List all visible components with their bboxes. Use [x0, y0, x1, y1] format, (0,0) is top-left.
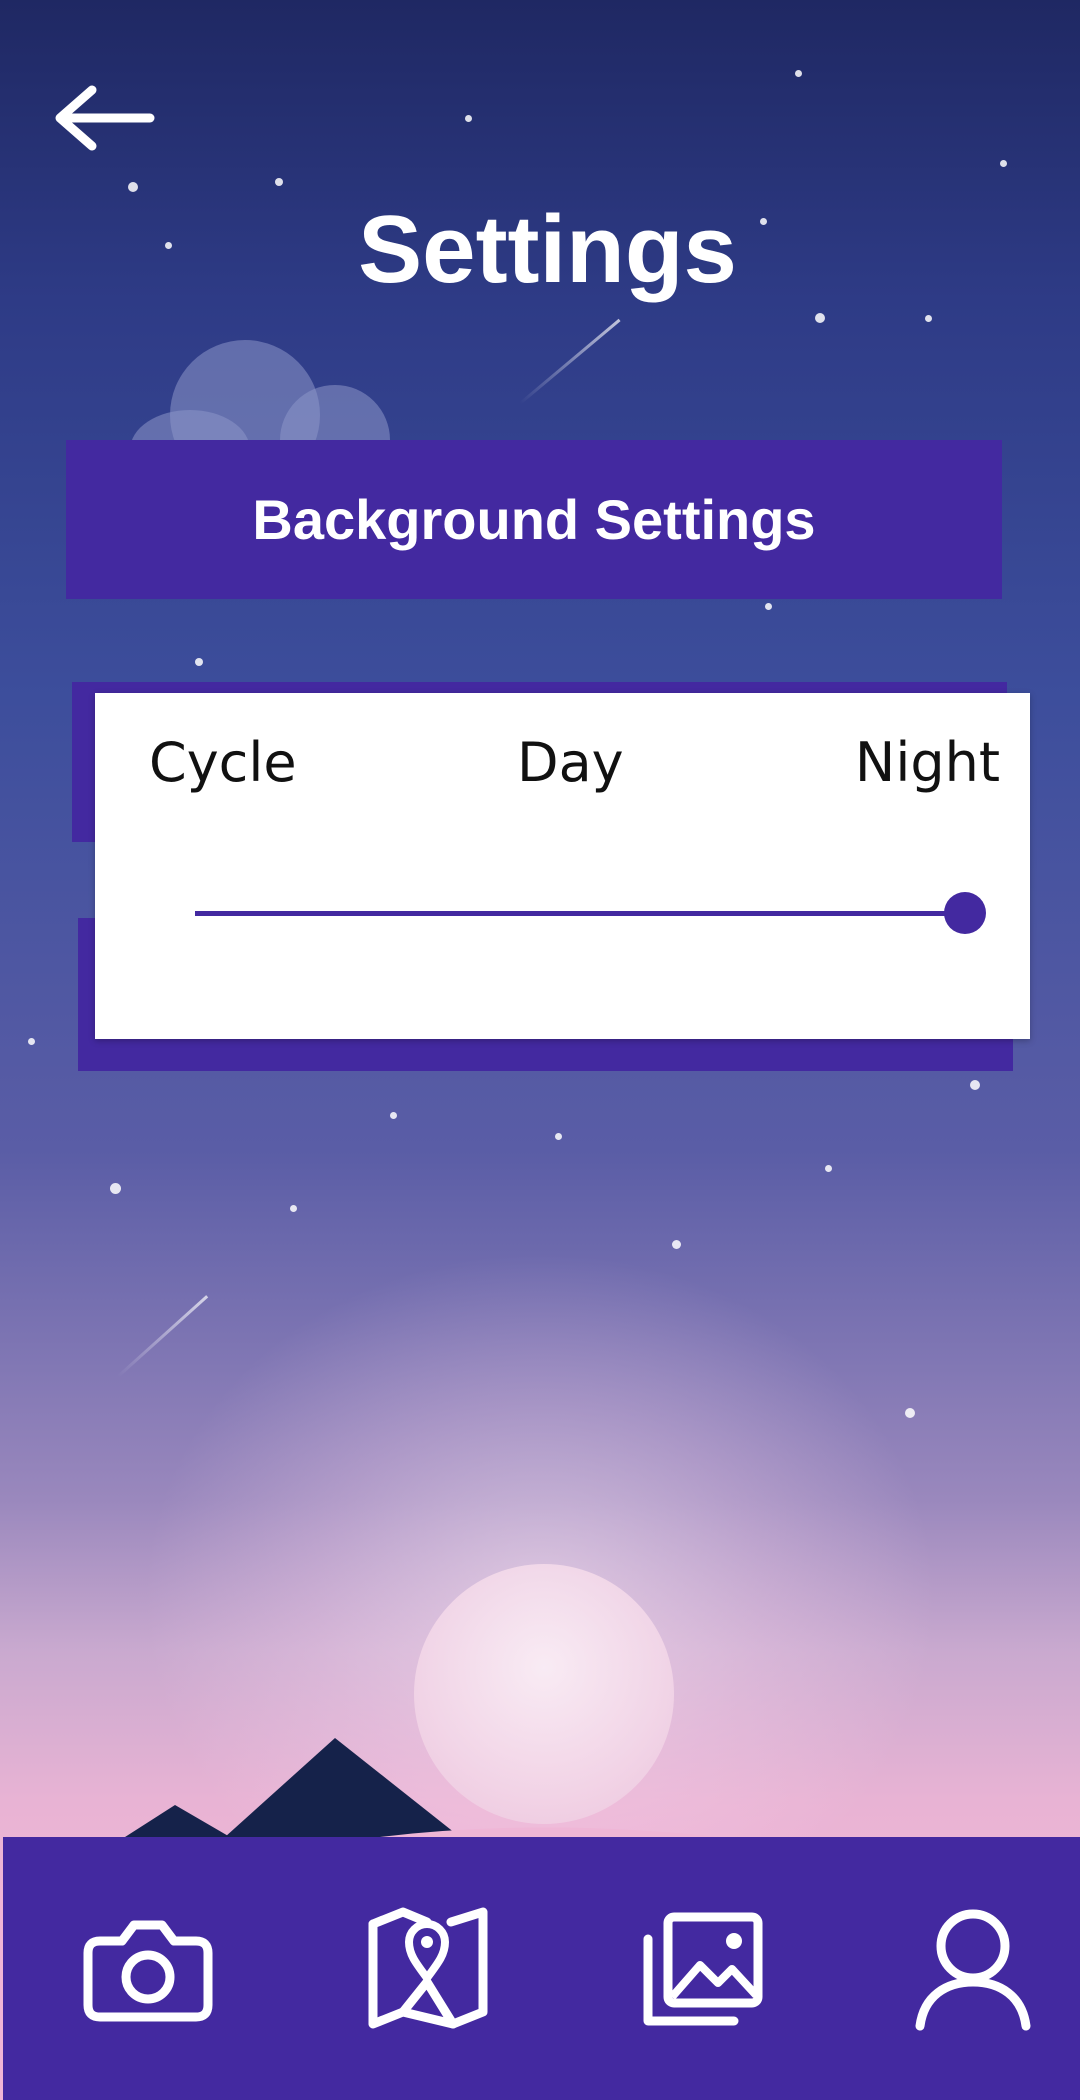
star — [765, 603, 772, 610]
back-button[interactable] — [50, 80, 160, 160]
star — [555, 1133, 562, 1140]
star — [970, 1080, 980, 1090]
cloud-illustration — [130, 330, 420, 495]
star — [195, 658, 203, 666]
star — [465, 115, 472, 122]
star — [815, 313, 825, 323]
map-icon — [368, 1907, 488, 2028]
nav-map-button[interactable] — [343, 1837, 513, 2100]
background-mode-card: Cycle Day Night — [95, 693, 1030, 1039]
nav-camera-button[interactable] — [63, 1837, 233, 2100]
shooting-star — [519, 318, 621, 405]
bottom-navigation — [3, 1837, 1080, 2100]
star — [110, 1183, 121, 1194]
page-title: Settings — [358, 196, 737, 303]
gallery-icon — [643, 1912, 763, 2025]
camera-icon — [83, 1920, 213, 2021]
nav-profile-button[interactable] — [888, 1837, 1058, 2100]
slider-thumb[interactable] — [944, 892, 986, 934]
star — [795, 70, 802, 77]
star — [275, 178, 283, 186]
profile-icon — [915, 1909, 1031, 2030]
background-mode-slider[interactable] — [195, 873, 986, 953]
arrow-left-icon — [55, 85, 155, 151]
star — [672, 1240, 681, 1249]
star — [390, 1112, 397, 1119]
mode-label-night[interactable]: Night — [855, 728, 1000, 798]
star — [1000, 160, 1007, 167]
nav-gallery-button[interactable] — [618, 1837, 788, 2100]
mode-label-cycle[interactable]: Cycle — [149, 728, 297, 798]
mountains-illustration — [125, 1738, 720, 1837]
mode-label-day[interactable]: Day — [517, 728, 624, 798]
star — [28, 1038, 35, 1045]
star — [925, 315, 932, 322]
star — [825, 1165, 832, 1172]
shooting-star — [116, 1295, 209, 1378]
slider-track — [195, 911, 965, 916]
star — [905, 1408, 915, 1418]
background-settings-header: Background Settings — [66, 440, 1002, 599]
star — [290, 1205, 297, 1212]
